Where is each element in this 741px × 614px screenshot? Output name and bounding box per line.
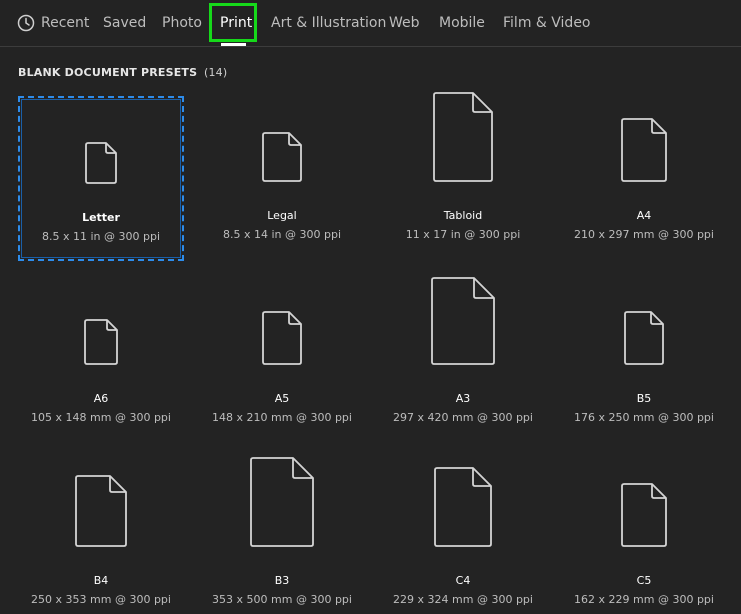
preset-name: A3	[455, 392, 471, 405]
preset-dimensions: 353 x 500 mm @ 300 ppi	[212, 593, 352, 606]
preset-dimensions: 210 x 297 mm @ 300 ppi	[574, 228, 714, 241]
tab-saved-label: Saved	[103, 15, 147, 31]
document-icon	[262, 132, 302, 182]
preset-name: B5	[636, 392, 652, 405]
document-icon	[624, 311, 664, 365]
preset-dimensions: 8.5 x 14 in @ 300 ppi	[222, 228, 342, 241]
preset-dimensions: 148 x 210 mm @ 300 ppi	[212, 411, 352, 424]
document-icon	[84, 319, 118, 365]
preset-card-b3[interactable]: B3 353 x 500 mm @ 300 ppi	[199, 457, 365, 614]
document-icon	[433, 92, 493, 182]
tab-photo-label: Photo	[162, 15, 202, 31]
document-icon	[434, 467, 492, 547]
document-icon	[75, 475, 127, 547]
tab-recent-label: Recent	[41, 15, 90, 31]
preset-card-a4[interactable]: A4 210 x 297 mm @ 300 ppi	[561, 96, 727, 261]
preset-category-tabs: Recent Saved Photo Print Art & Illustrat…	[0, 0, 741, 47]
tab-mobile-label: Mobile	[439, 15, 485, 31]
preset-card-tabloid[interactable]: Tabloid 11 x 17 in @ 300 ppi	[380, 92, 546, 261]
document-icon	[262, 311, 302, 365]
tab-film-video-label: Film & Video	[503, 15, 591, 31]
clock-icon	[17, 14, 35, 32]
preset-dimensions: 176 x 250 mm @ 300 ppi	[574, 411, 714, 424]
tab-web[interactable]: Web	[389, 0, 420, 46]
preset-dimensions: 8.5 x 11 in @ 300 ppi	[41, 230, 161, 243]
document-icon	[85, 142, 117, 184]
preset-name: Tabloid	[443, 209, 483, 222]
preset-dimensions: 162 x 229 mm @ 300 ppi	[574, 593, 714, 606]
tab-photo[interactable]: Photo	[162, 0, 202, 46]
preset-card-a5[interactable]: A5 148 x 210 mm @ 300 ppi	[199, 279, 365, 444]
section-heading: BLANK DOCUMENT PRESETS (14)	[18, 66, 227, 79]
tab-web-label: Web	[389, 15, 420, 31]
preset-card-c4[interactable]: C4 229 x 324 mm @ 300 ppi	[380, 461, 546, 614]
preset-dimensions: 11 x 17 in @ 300 ppi	[405, 228, 521, 241]
tab-art-illustration[interactable]: Art & Illustration	[271, 0, 386, 46]
document-icon	[621, 118, 667, 182]
preset-name: C4	[455, 574, 471, 587]
tab-recent[interactable]: Recent	[17, 0, 89, 46]
preset-card-a3[interactable]: A3 297 x 420 mm @ 300 ppi	[380, 277, 546, 444]
preset-card-b4[interactable]: B4 250 x 353 mm @ 300 ppi	[18, 461, 184, 614]
preset-name: B4	[93, 574, 109, 587]
tab-print-highlight-box	[209, 3, 257, 42]
preset-dimensions: 229 x 324 mm @ 300 ppi	[393, 593, 533, 606]
section-title: BLANK DOCUMENT PRESETS	[18, 66, 198, 79]
preset-name: B3	[274, 574, 290, 587]
preset-card-a6[interactable]: A6 105 x 148 mm @ 300 ppi	[18, 279, 184, 444]
preset-card-legal[interactable]: Legal 8.5 x 14 in @ 300 ppi	[199, 96, 365, 261]
document-icon	[250, 457, 314, 547]
tab-mobile[interactable]: Mobile	[439, 0, 485, 46]
preset-card-c5[interactable]: C5 162 x 229 mm @ 300 ppi	[561, 461, 727, 614]
preset-name: A6	[93, 392, 109, 405]
document-icon	[621, 483, 667, 547]
preset-card-b5[interactable]: B5 176 x 250 mm @ 300 ppi	[561, 279, 727, 444]
tab-art-illustration-label: Art & Illustration	[271, 15, 387, 31]
preset-name: Letter	[82, 211, 120, 224]
preset-name: A4	[636, 209, 652, 222]
preset-name: A5	[274, 392, 290, 405]
preset-dimensions: 250 x 353 mm @ 300 ppi	[31, 593, 171, 606]
tab-saved[interactable]: Saved	[103, 0, 146, 46]
tab-film-video[interactable]: Film & Video	[503, 0, 591, 46]
preset-name: C5	[636, 574, 652, 587]
preset-dimensions: 105 x 148 mm @ 300 ppi	[31, 411, 171, 424]
preset-dimensions: 297 x 420 mm @ 300 ppi	[393, 411, 533, 424]
document-icon	[431, 277, 495, 365]
section-count: (14)	[203, 66, 228, 79]
preset-name: Legal	[267, 209, 297, 222]
active-tab-indicator	[221, 43, 246, 46]
preset-card-letter[interactable]: Letter 8.5 x 11 in @ 300 ppi	[18, 96, 184, 261]
new-document-dialog: Recent Saved Photo Print Art & Illustrat…	[0, 0, 741, 614]
